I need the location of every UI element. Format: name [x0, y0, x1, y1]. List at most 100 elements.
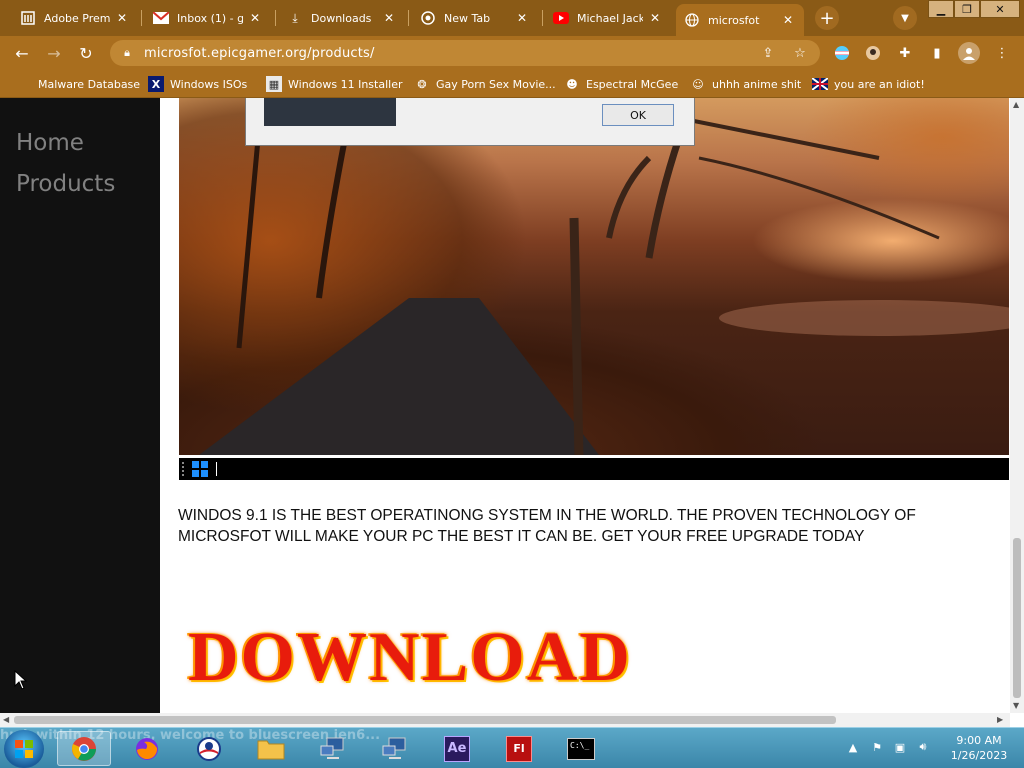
folder-icon [16, 76, 32, 92]
close-icon[interactable]: ✕ [381, 10, 397, 26]
bookmark-espectral-mcgee[interactable]: ☻ Espectral McGee [564, 75, 678, 93]
profile-avatar-icon[interactable] [958, 42, 980, 64]
show-hidden-icons-icon[interactable]: ▲ [846, 740, 860, 754]
puzzle-extensions-icon[interactable]: ✚ [896, 44, 914, 62]
close-icon[interactable]: ✕ [647, 10, 663, 26]
popup-dialog: OK [245, 98, 695, 146]
flag-icon [812, 76, 828, 92]
screen: Adobe Premi ✕ Inbox (1) - g ✕ ⤓ Download… [0, 0, 1024, 768]
tab-inbox[interactable]: Inbox (1) - g ✕ [145, 4, 271, 32]
horizontal-scrollbar[interactable]: ◀ ▶ [0, 713, 1010, 727]
anime-face-icon: ☺ [692, 77, 704, 91]
minimize-button[interactable]: ▁ [928, 0, 954, 18]
action-center-flag-icon[interactable]: ⚑ [870, 740, 884, 754]
download-button[interactable]: DOWNLOAD [188, 618, 632, 698]
windows-logo-icon[interactable] [192, 461, 208, 477]
start-button[interactable] [4, 730, 44, 768]
tab-search-chevron-icon[interactable]: ▼ [893, 6, 917, 30]
bookmark-label: Gay Porn Sex Movie... [436, 77, 556, 91]
taskbar-app-network-1[interactable] [306, 731, 360, 766]
tab-label: Inbox (1) - g [177, 11, 243, 25]
forward-arrow-icon[interactable]: → [42, 41, 66, 65]
back-arrow-icon[interactable]: ← [10, 41, 34, 65]
chrome-icon [420, 10, 436, 26]
scroll-down-arrow-icon[interactable]: ▼ [1013, 701, 1019, 710]
face-icon: ☻ [566, 77, 578, 91]
tab-new-tab[interactable]: New Tab ✕ [412, 4, 538, 32]
close-icon[interactable]: ✕ [780, 12, 796, 28]
trans-flag-extension-icon[interactable] [833, 44, 851, 62]
bookmark-windows-isos[interactable]: X Windows ISOs [148, 75, 247, 93]
browser-toolbar: ← → ↻ 🔒︎ microsfot.epicgamer.org/product… [0, 36, 1024, 70]
bookmark-label: Windows ISOs [170, 77, 248, 91]
taskbar-app-after-effects[interactable]: Ae [430, 731, 484, 766]
web-page: Home Products OK WINDOS 9.1 IS THE BEST … [0, 98, 1024, 713]
taskbar-app-chrome[interactable] [57, 731, 111, 766]
sidebar-link-home[interactable]: Home [16, 130, 84, 156]
taskbar-app-flash[interactable]: Fl [492, 731, 546, 766]
obama-logo-icon [197, 736, 221, 761]
command-prompt-icon: C:\_ [567, 737, 595, 760]
ok-button[interactable]: OK [602, 104, 674, 126]
globe-icon [684, 12, 700, 28]
taskbar-app-explorer[interactable] [244, 731, 298, 766]
more-menu-icon[interactable]: ⋮ [993, 44, 1011, 62]
scroll-right-arrow-icon[interactable]: ▶ [997, 715, 1003, 724]
dialog-image [264, 98, 396, 126]
share-icon[interactable]: ⇪ [760, 45, 776, 61]
vertical-scrollbar[interactable]: ▲ ▼ [1010, 98, 1024, 713]
side-panel-icon[interactable]: ▮ [928, 44, 946, 62]
tab-strip: Adobe Premi ✕ Inbox (1) - g ✕ ⤓ Download… [0, 0, 1024, 36]
url-text: microsfot.epicgamer.org/products/ [144, 45, 375, 61]
taskbar-app-firefox[interactable] [120, 731, 174, 766]
scroll-left-arrow-icon[interactable]: ◀ [3, 715, 9, 724]
system-clock[interactable]: 9:00 AM 1/26/2023 [940, 733, 1018, 763]
close-icon[interactable]: ✕ [114, 10, 130, 26]
tab-label: Michael Jack [577, 11, 643, 25]
address-bar[interactable]: 🔒︎ microsfot.epicgamer.org/products/ ⇪ ☆ [110, 40, 820, 66]
bookmarks-bar: Malware Database X Windows ISOs ▦ Window… [0, 70, 1024, 98]
tab-label: Adobe Premi [44, 11, 110, 25]
lock-icon[interactable]: 🔒︎ [120, 46, 134, 60]
volume-icon[interactable]: 🔊︎ [916, 740, 930, 754]
close-icon[interactable]: ✕ [514, 10, 530, 26]
tab-adobe[interactable]: Adobe Premi ✕ [12, 4, 138, 32]
sidebar-link-products[interactable]: Products [16, 171, 115, 197]
vertical-scroll-thumb[interactable] [1013, 538, 1021, 698]
bookmark-you-are-an-idiot[interactable]: you are an idiot! [812, 75, 925, 93]
youtube-icon [553, 10, 569, 26]
sidebar-nav: Home Products [0, 98, 160, 713]
reload-icon[interactable]: ↻ [74, 41, 98, 65]
star-icon[interactable]: ☆ [792, 45, 808, 61]
after-effects-icon: Ae [444, 735, 470, 762]
bookmark-windows-11-installer[interactable]: ▦ Windows 11 Installer [266, 75, 403, 93]
taskbar-app-cmd[interactable]: C:\_ [554, 731, 608, 766]
bookmark-label: Malware Database [38, 77, 141, 91]
new-tab-button[interactable]: + [815, 6, 839, 30]
tab-downloads[interactable]: ⤓ Downloads ✕ [279, 4, 405, 32]
gmail-icon [153, 10, 169, 26]
bookmark-anime[interactable]: ☺ uhhh anime shit [690, 75, 801, 93]
maximize-button[interactable]: ❐ [954, 0, 980, 18]
tab-youtube[interactable]: Michael Jack ✕ [545, 4, 671, 32]
image-icon: ▦ [266, 76, 282, 92]
chrome-icon [72, 736, 96, 761]
close-icon[interactable]: ✕ [247, 10, 263, 26]
x-logo-icon: X [148, 76, 164, 92]
bookmark-label: Espectral McGee [586, 77, 679, 91]
bookmark-gay-porn[interactable]: ❂ Gay Porn Sex Movie... [414, 75, 556, 93]
close-window-button[interactable]: ✕ [980, 0, 1020, 18]
fake-windows-taskbar-strip [179, 458, 1009, 480]
flash-icon: Fl [506, 735, 532, 762]
taskbar-app-network-2[interactable] [368, 731, 422, 766]
scroll-up-arrow-icon[interactable]: ▲ [1013, 100, 1019, 109]
avatar-extension-icon[interactable] [864, 44, 882, 62]
taskbar-app-obama[interactable] [182, 731, 236, 766]
windows-taskbar: hu k within 12 hours, welcome to bluescr… [0, 727, 1024, 768]
horizontal-scroll-thumb[interactable] [14, 716, 836, 724]
network-tray-icon[interactable]: ▣ [893, 740, 907, 754]
tab-label: microsfot [708, 13, 760, 27]
text-cursor [216, 462, 217, 476]
tab-microsfot[interactable]: microsfot ✕ [676, 4, 804, 36]
bookmark-malware-database[interactable]: Malware Database [16, 75, 140, 93]
